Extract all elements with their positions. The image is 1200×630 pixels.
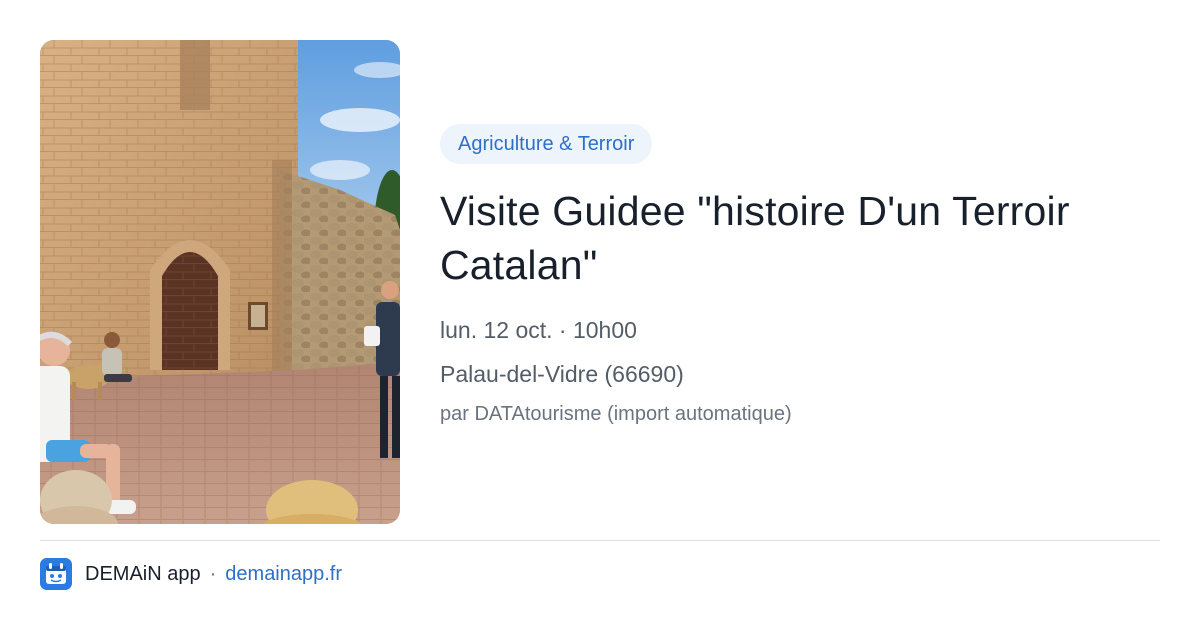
event-photo-illustration: [40, 40, 400, 524]
category-badge[interactable]: Agriculture & Terroir: [440, 124, 653, 164]
event-photo[interactable]: [40, 40, 400, 524]
event-datetime: lun. 12 oct. · 10h00: [440, 317, 637, 343]
event-title[interactable]: Visite Guidee "histoire D'un Terroir Cat…: [440, 184, 1160, 292]
footer-divider: [40, 540, 1160, 541]
event-source: par DATAtourisme (import automatique): [440, 403, 792, 425]
app-name: DEMAiN app: [85, 562, 201, 585]
event-share-card: Agriculture & Terroir Visite Guidee "his…: [0, 0, 1200, 630]
demain-logo-icon: [40, 558, 72, 590]
footer-separator: ·: [209, 562, 217, 585]
event-info: Agriculture & Terroir Visite Guidee "his…: [440, 124, 1160, 427]
demain-app-icon[interactable]: [40, 558, 72, 590]
app-url-link[interactable]: demainapp.fr: [225, 563, 342, 586]
footer: DEMAiN app · demainapp.fr: [40, 558, 342, 590]
event-location: Palau-del-Vidre (66690): [440, 361, 684, 387]
